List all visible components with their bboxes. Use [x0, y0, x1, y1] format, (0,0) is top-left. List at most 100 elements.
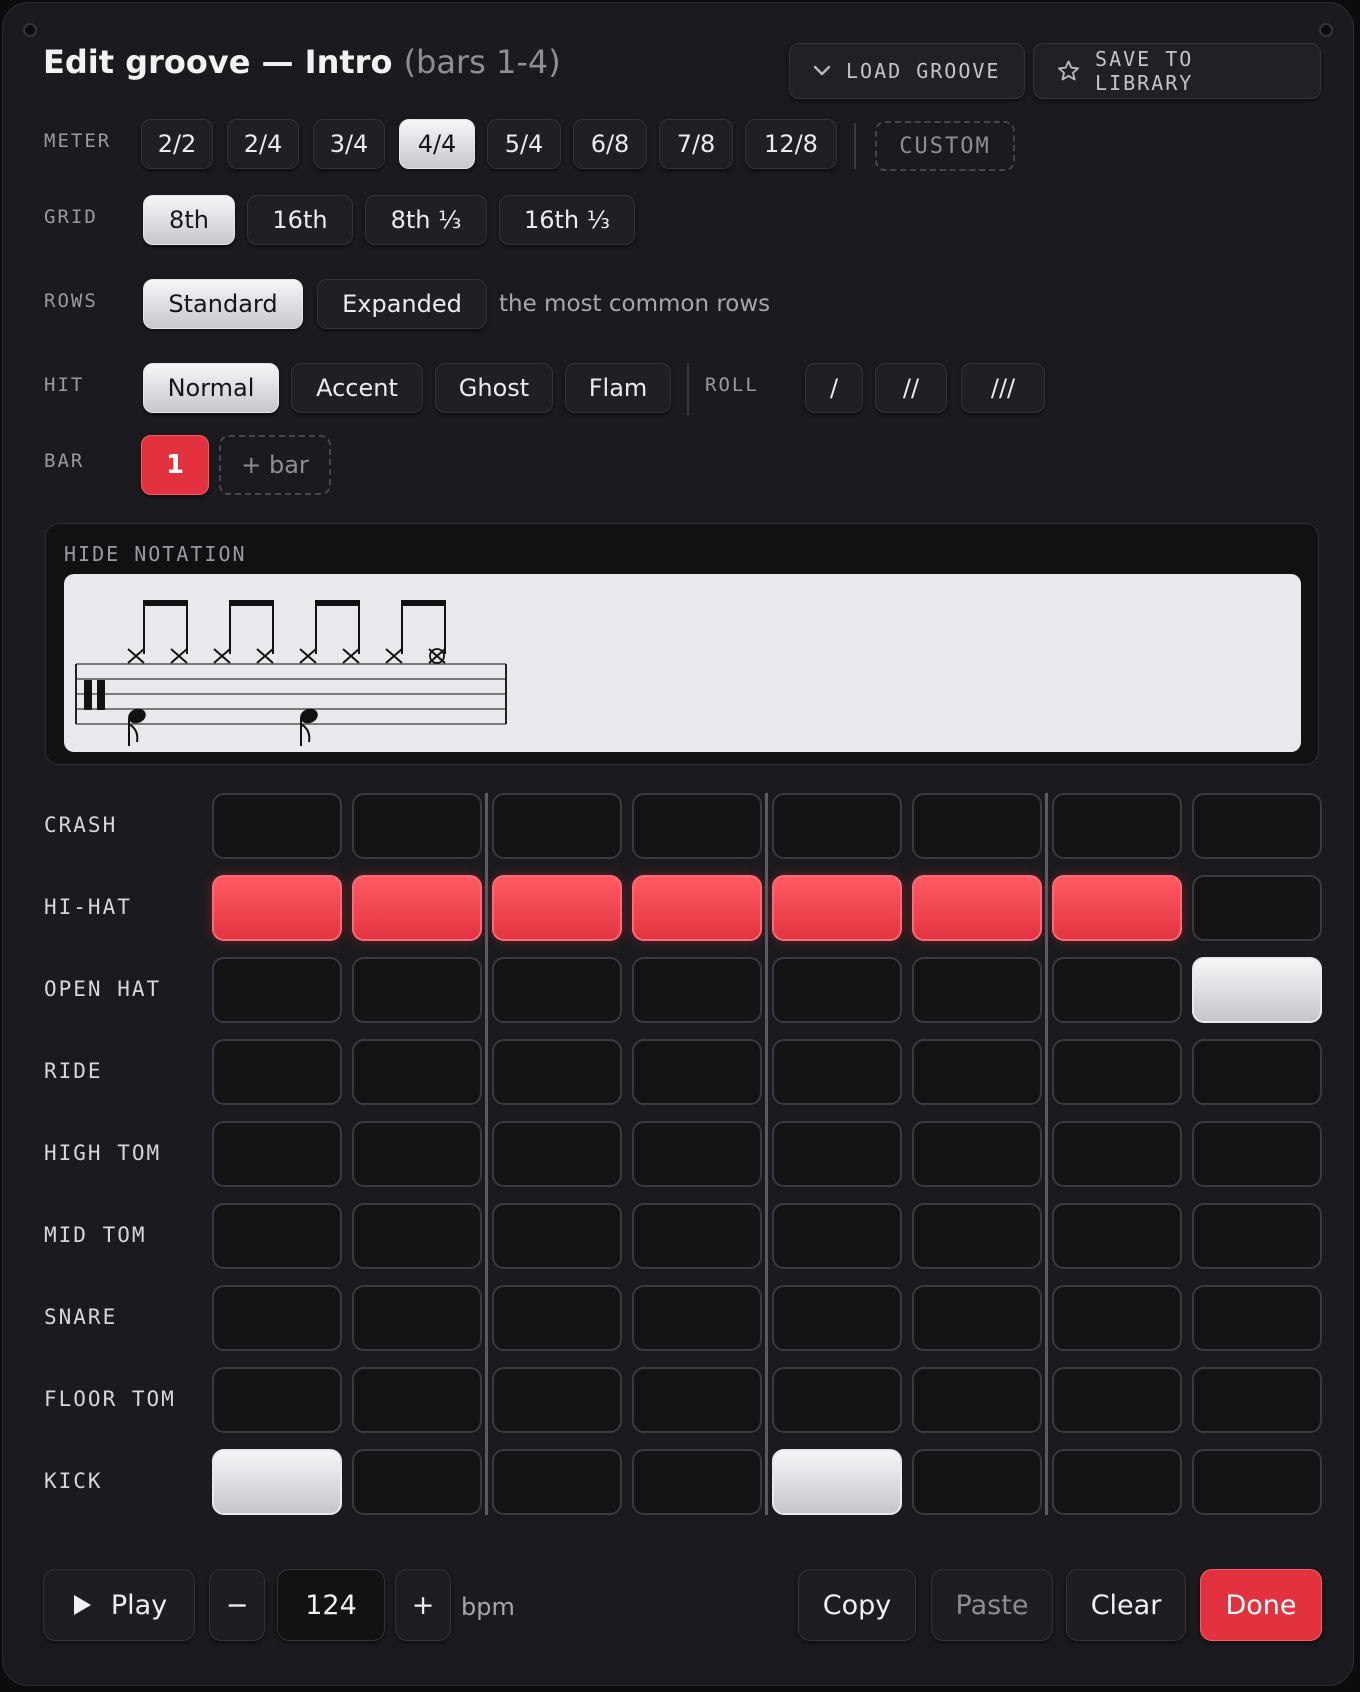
step-cell[interactable] [1052, 1203, 1182, 1269]
step-cell[interactable] [352, 957, 482, 1023]
step-cell[interactable] [492, 1367, 622, 1433]
hit-option[interactable]: Flam [565, 363, 671, 413]
step-cell[interactable] [352, 793, 482, 859]
step-cell[interactable] [1052, 1449, 1182, 1515]
step-cell[interactable] [1052, 1285, 1182, 1351]
step-cell[interactable] [632, 1367, 762, 1433]
step-cell[interactable] [1192, 1285, 1322, 1351]
meter-option[interactable]: 7/8 [659, 119, 733, 169]
tempo-increase-button[interactable]: + [395, 1569, 451, 1641]
step-cell[interactable] [492, 1121, 622, 1187]
step-cell[interactable] [352, 1449, 482, 1515]
meter-option[interactable]: 2/4 [227, 119, 299, 169]
step-cell[interactable] [632, 1449, 762, 1515]
step-cell[interactable] [1052, 1039, 1182, 1105]
step-cell[interactable] [772, 793, 902, 859]
step-cell[interactable] [492, 1449, 622, 1515]
step-cell[interactable] [212, 1039, 342, 1105]
step-cell[interactable] [632, 875, 762, 941]
add-bar-button[interactable]: + bar [219, 435, 331, 495]
step-cell[interactable] [212, 793, 342, 859]
roll-option[interactable]: / [805, 363, 863, 413]
step-cell[interactable] [352, 1203, 482, 1269]
step-cell[interactable] [212, 1285, 342, 1351]
step-cell[interactable] [772, 1039, 902, 1105]
paste-button[interactable]: Paste [931, 1569, 1053, 1641]
step-cell[interactable] [1192, 875, 1322, 941]
step-cell[interactable] [492, 1039, 622, 1105]
step-cell[interactable] [772, 1367, 902, 1433]
meter-option[interactable]: 3/4 [313, 119, 385, 169]
copy-button[interactable]: Copy [798, 1569, 916, 1641]
rows-option[interactable]: Expanded [317, 279, 487, 329]
roll-option[interactable]: /// [961, 363, 1045, 413]
clear-button[interactable]: Clear [1066, 1569, 1186, 1641]
step-cell[interactable] [492, 875, 622, 941]
grid-option[interactable]: 8th [143, 195, 235, 245]
step-cell[interactable] [632, 1121, 762, 1187]
step-cell[interactable] [352, 1039, 482, 1105]
step-cell[interactable] [212, 1449, 342, 1515]
step-cell[interactable] [912, 793, 1042, 859]
step-cell[interactable] [1052, 1367, 1182, 1433]
bar-1-button[interactable]: 1 [141, 435, 209, 495]
save-to-library-button[interactable]: SAVE TO LIBRARY [1033, 43, 1321, 99]
step-cell[interactable] [492, 1285, 622, 1351]
tempo-input[interactable]: 124 [277, 1569, 385, 1641]
step-cell[interactable] [1192, 957, 1322, 1023]
step-cell[interactable] [632, 1285, 762, 1351]
step-cell[interactable] [212, 1203, 342, 1269]
step-cell[interactable] [492, 1203, 622, 1269]
step-cell[interactable] [492, 957, 622, 1023]
hit-option[interactable]: Ghost [435, 363, 553, 413]
step-cell[interactable] [1192, 1449, 1322, 1515]
grid-option[interactable]: 16th [247, 195, 353, 245]
hit-option[interactable]: Normal [143, 363, 279, 413]
step-cell[interactable] [912, 1285, 1042, 1351]
grid-option[interactable]: 16th ⅓ [499, 195, 635, 245]
step-cell[interactable] [632, 957, 762, 1023]
step-cell[interactable] [912, 1039, 1042, 1105]
step-cell[interactable] [912, 1367, 1042, 1433]
step-cell[interactable] [912, 1121, 1042, 1187]
step-cell[interactable] [1052, 1121, 1182, 1187]
step-cell[interactable] [352, 875, 482, 941]
hide-notation-toggle[interactable]: HIDE NOTATION [64, 542, 247, 566]
roll-option[interactable]: // [875, 363, 947, 413]
step-cell[interactable] [632, 1039, 762, 1105]
meter-option[interactable]: 4/4 [399, 119, 475, 169]
tempo-decrease-button[interactable]: − [209, 1569, 265, 1641]
step-cell[interactable] [1192, 1121, 1322, 1187]
step-cell[interactable] [352, 1121, 482, 1187]
hit-option[interactable]: Accent [291, 363, 423, 413]
step-cell[interactable] [212, 1367, 342, 1433]
done-button[interactable]: Done [1200, 1569, 1322, 1641]
step-cell[interactable] [772, 1285, 902, 1351]
step-cell[interactable] [212, 875, 342, 941]
step-cell[interactable] [1052, 875, 1182, 941]
step-cell[interactable] [352, 1285, 482, 1351]
step-cell[interactable] [1052, 957, 1182, 1023]
step-cell[interactable] [1192, 1367, 1322, 1433]
grid-option[interactable]: 8th ⅓ [365, 195, 487, 245]
step-cell[interactable] [912, 875, 1042, 941]
step-cell[interactable] [212, 1121, 342, 1187]
meter-option[interactable]: 2/2 [141, 119, 213, 169]
step-cell[interactable] [772, 1121, 902, 1187]
step-cell[interactable] [772, 957, 902, 1023]
step-cell[interactable] [912, 1203, 1042, 1269]
load-groove-button[interactable]: LOAD GROOVE [789, 43, 1025, 99]
step-cell[interactable] [912, 1449, 1042, 1515]
meter-custom-button[interactable]: CUSTOM [875, 121, 1015, 171]
step-cell[interactable] [1192, 793, 1322, 859]
step-cell[interactable] [1052, 793, 1182, 859]
step-cell[interactable] [632, 793, 762, 859]
step-cell[interactable] [772, 1203, 902, 1269]
step-cell[interactable] [1192, 1039, 1322, 1105]
step-cell[interactable] [352, 1367, 482, 1433]
play-button[interactable]: Play [43, 1569, 195, 1641]
meter-option[interactable]: 6/8 [573, 119, 647, 169]
meter-option[interactable]: 5/4 [487, 119, 561, 169]
meter-option[interactable]: 12/8 [745, 119, 837, 169]
step-cell[interactable] [1192, 1203, 1322, 1269]
